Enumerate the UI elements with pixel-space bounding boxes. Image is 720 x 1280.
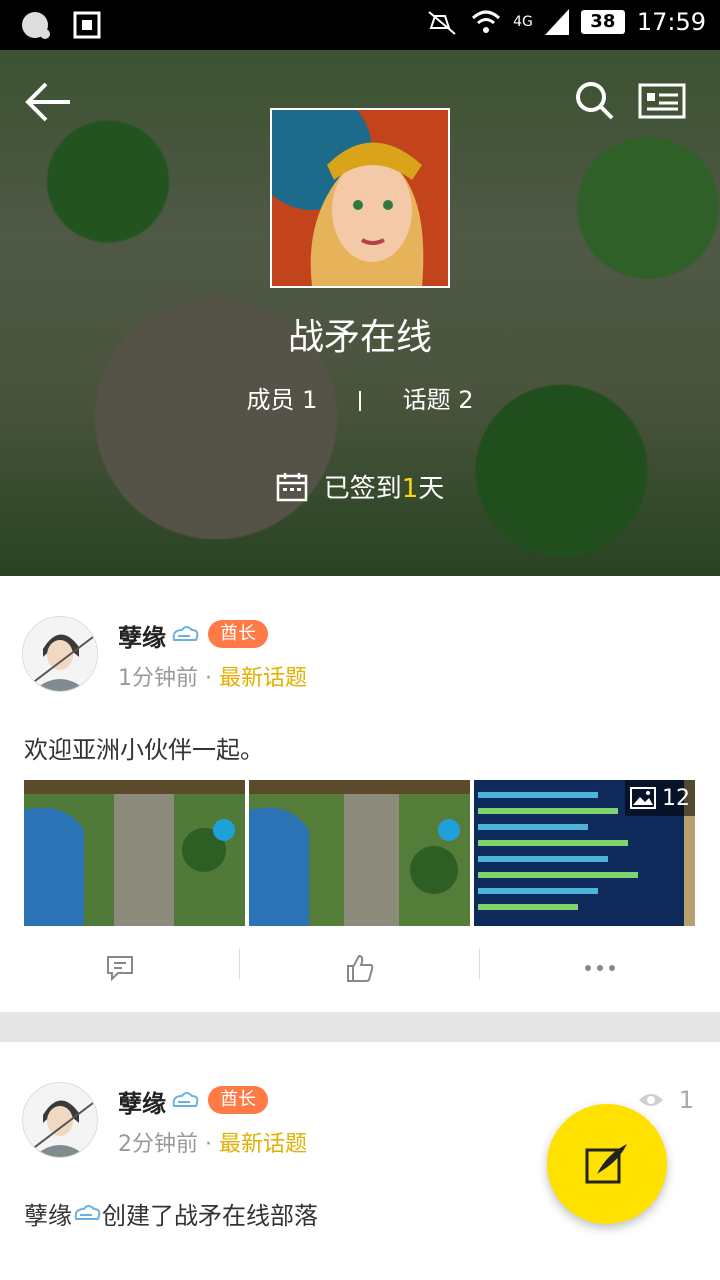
screenshot-icon [73, 11, 101, 39]
eye-icon [638, 1094, 663, 1106]
battery-level: 38 [580, 10, 625, 34]
comment-button[interactable] [0, 948, 240, 988]
checkin-button[interactable]: 已签到1天 [0, 468, 720, 505]
post-image[interactable] [249, 780, 470, 926]
user-avatar-icon [23, 617, 97, 691]
topic-tag[interactable]: 最新话题 [219, 1132, 307, 1157]
view-count: 1 [637, 1086, 694, 1114]
image-icon [630, 787, 656, 809]
status-right: 4G 38 17:59 [425, 8, 706, 36]
avatar[interactable] [22, 616, 98, 692]
wifi-icon [472, 10, 501, 33]
status-bar: 4G 38 17:59 [0, 0, 720, 50]
cloud-level-icon [172, 626, 199, 641]
post-time: 1分钟前 [118, 666, 198, 691]
like-button[interactable] [240, 948, 480, 988]
network-type: 4G [513, 14, 533, 30]
group-info-icon[interactable] [638, 83, 686, 119]
elf-portrait-icon [272, 110, 448, 286]
content-username: 孽缘 [24, 1202, 72, 1230]
post-content[interactable]: 孽缘 创建了战矛在线部落 [24, 1196, 318, 1231]
topics-label[interactable]: 话题 [403, 386, 451, 414]
role-badge: 酋长 [208, 620, 268, 648]
topic-tag[interactable]: 最新话题 [219, 666, 307, 691]
signal-icon [544, 9, 569, 35]
cloud-level-icon [74, 1204, 101, 1220]
avatar[interactable] [22, 1082, 98, 1158]
user-avatar-icon [23, 1083, 97, 1157]
meta-separator: · [205, 666, 212, 691]
stats-divider [359, 391, 361, 411]
group-stats: 成员 1 话题 2 [0, 380, 720, 415]
post-card[interactable]: 孽缘 酋长 1分钟前 · 最新话题 欢迎亚洲小伙伴一起。 12 [0, 576, 720, 1012]
group-name: 战矛在线 [287, 317, 432, 358]
search-icon[interactable] [574, 80, 614, 120]
role-badge: 酋长 [208, 1086, 268, 1114]
more-button[interactable] [480, 948, 720, 988]
more-dots-icon [585, 965, 615, 971]
meta-separator: · [205, 1132, 212, 1157]
chat-bubble-icon [22, 12, 50, 39]
checkin-days: 1 [401, 474, 419, 504]
username[interactable]: 孽缘 [118, 1084, 166, 1119]
clock: 17:59 [636, 8, 706, 36]
checkin-text: 已签到1天 [324, 468, 445, 505]
thumbs-up-icon [347, 954, 374, 982]
views-number: 1 [678, 1086, 694, 1114]
mute-icon [428, 11, 456, 35]
status-left [18, 8, 102, 42]
post-meta: 1分钟前 · 最新话题 [118, 660, 307, 692]
post-images: 12 [24, 780, 696, 926]
post-actions [0, 948, 720, 988]
compose-button[interactable] [547, 1104, 667, 1224]
post-content[interactable]: 欢迎亚洲小伙伴一起。 [24, 730, 264, 765]
checkin-prefix: 已签到 [323, 474, 402, 504]
group-avatar[interactable] [270, 108, 450, 288]
topics-count[interactable]: 2 [458, 386, 473, 414]
members-label[interactable]: 成员 [246, 386, 294, 414]
calendar-icon [276, 472, 307, 501]
post-image[interactable]: 12 [474, 780, 695, 926]
quill-edit-icon [585, 1144, 627, 1184]
game-map-image [249, 780, 470, 926]
section-divider [0, 1012, 720, 1042]
checkin-suffix: 天 [418, 474, 445, 504]
post-time: 2分钟前 [118, 1132, 198, 1157]
username[interactable]: 孽缘 [118, 618, 166, 653]
game-map-image [24, 780, 245, 926]
image-count-badge: 12 [625, 780, 695, 816]
comment-icon [107, 956, 133, 982]
content-text: 创建了战矛在线部落 [102, 1202, 318, 1230]
members-count[interactable]: 1 [302, 386, 317, 414]
post-meta: 2分钟前 · 最新话题 [118, 1126, 307, 1158]
post-image[interactable] [24, 780, 245, 926]
cloud-level-icon [172, 1092, 199, 1107]
back-arrow-icon[interactable] [24, 80, 74, 124]
image-count: 12 [662, 785, 690, 811]
group-header: 战矛在线 成员 1 话题 2 已签到1天 [0, 50, 720, 576]
